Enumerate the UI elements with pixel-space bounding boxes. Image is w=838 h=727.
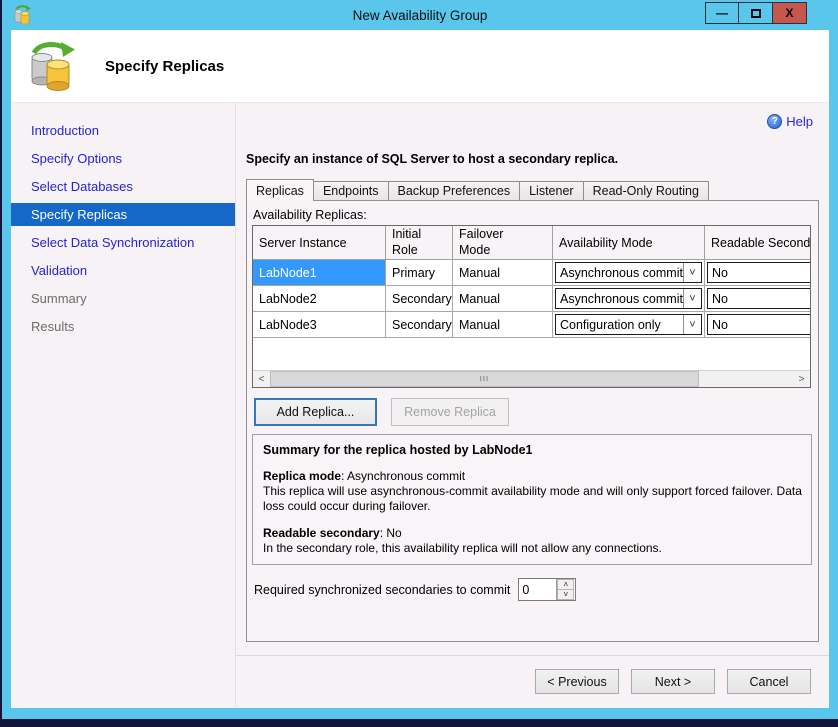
cell-server-instance[interactable]: LabNode2 <box>253 286 386 312</box>
availability-mode-dropdown[interactable]: Asynchronous commit ˅ <box>555 288 702 309</box>
sidebar-item-results: Results <box>11 313 235 341</box>
chevron-down-icon[interactable]: ˅ <box>683 289 701 308</box>
spin-down-icon[interactable]: ˅ <box>557 589 574 600</box>
availability-mode-dropdown[interactable]: Configuration only ˅ <box>555 314 702 335</box>
minimize-icon: — <box>716 6 728 20</box>
replica-mode-label: Replica mode <box>263 469 341 483</box>
sidebar-item-specify-replicas[interactable]: Specify Replicas <box>11 203 235 226</box>
readable-secondary-value: : No <box>380 526 402 540</box>
table-row[interactable]: LabNode1 Primary Manual Asynchronous com… <box>253 260 810 286</box>
wizard-header: Specify Replicas <box>11 30 829 103</box>
maximize-button[interactable] <box>739 2 773 24</box>
maximize-icon <box>751 9 761 18</box>
sidebar-item-summary: Summary <box>11 285 235 313</box>
horizontal-scrollbar[interactable]: < III > <box>253 370 810 387</box>
column-header-availability-mode[interactable]: Availability Mode <box>553 226 705 260</box>
close-icon: X <box>785 6 793 20</box>
readable-secondary-dropdown[interactable]: No <box>707 288 811 309</box>
cell-initial-role: Secondary <box>386 286 453 312</box>
tab-read-only-routing[interactable]: Read-Only Routing <box>583 181 709 200</box>
cell-server-instance[interactable]: LabNode3 <box>253 312 386 338</box>
replica-database-icon <box>25 40 77 92</box>
page-title: Specify Replicas <box>105 58 224 75</box>
scrollbar-track[interactable]: III <box>270 371 793 387</box>
scrollbar-grip-icon: III <box>480 375 489 383</box>
cell-readable-secondary: No <box>705 312 811 338</box>
cell-availability-mode: Asynchronous commit ˅ <box>553 286 705 312</box>
readable-secondary-label: Readable secondary <box>263 526 380 540</box>
readable-secondary-description: In the secondary role, this availability… <box>263 541 803 556</box>
footer-bar: < Previous Next > Cancel <box>236 655 829 707</box>
previous-button[interactable]: < Previous <box>535 669 619 694</box>
column-header-failover-mode[interactable]: Failover Mode <box>453 226 553 260</box>
cell-readable-secondary: No <box>705 260 811 286</box>
replicas-tab-panel: Availability Replicas: Server Instance I… <box>246 200 819 642</box>
column-header-initial-role[interactable]: Initial Role <box>386 226 453 260</box>
instruction-text: Specify an instance of SQL Server to hos… <box>246 152 819 166</box>
scroll-left-icon[interactable]: < <box>253 371 270 387</box>
replica-mode-description: This replica will use asynchronous-commi… <box>263 484 803 514</box>
availability-replicas-label: Availability Replicas: <box>253 208 812 222</box>
scrollbar-thumb[interactable]: III <box>270 371 699 387</box>
remove-replica-button: Remove Replica <box>391 398 509 426</box>
summary-title: Summary for the replica hosted by LabNod… <box>263 443 801 457</box>
cancel-button[interactable]: Cancel <box>727 669 811 694</box>
spin-up-icon[interactable]: ˄ <box>557 579 574 589</box>
column-header-readable-secondary[interactable]: Readable Secondary <box>705 226 811 260</box>
add-replica-button[interactable]: Add Replica... <box>254 398 377 426</box>
cell-server-instance[interactable]: LabNode1 <box>253 260 386 286</box>
help-icon: ? <box>767 114 782 129</box>
sidebar-item-validation[interactable]: Validation <box>11 257 235 285</box>
titlebar[interactable]: New Availability Group — X <box>11 0 829 30</box>
replica-mode-value: : Asynchronous commit <box>341 469 465 483</box>
sidebar-item-specify-options[interactable]: Specify Options <box>11 145 235 173</box>
replicas-grid: Server Instance Initial Role Failover Mo… <box>252 225 811 388</box>
next-button[interactable]: Next > <box>631 669 715 694</box>
wizard-window: New Availability Group — X Specif <box>2 0 838 719</box>
tab-backup-preferences[interactable]: Backup Preferences <box>388 181 521 200</box>
chevron-down-icon[interactable]: ˅ <box>683 315 701 334</box>
help-link[interactable]: Help <box>786 114 813 129</box>
tab-replicas[interactable]: Replicas <box>246 179 314 201</box>
grid-header-row: Server Instance Initial Role Failover Mo… <box>253 226 810 260</box>
readable-secondary-dropdown[interactable]: No <box>707 314 811 335</box>
spinner-input[interactable] <box>519 579 556 600</box>
sidebar-item-introduction[interactable]: Introduction <box>11 117 235 145</box>
cell-failover-mode: Manual <box>453 286 553 312</box>
required-secondaries-label: Required synchronized secondaries to com… <box>254 583 510 597</box>
cell-availability-mode: Configuration only ˅ <box>553 312 705 338</box>
cell-failover-mode: Manual <box>453 312 553 338</box>
tab-listener[interactable]: Listener <box>519 181 583 200</box>
replica-summary-panel: Summary for the replica hosted by LabNod… <box>252 434 812 565</box>
column-header-server-instance[interactable]: Server Instance <box>253 226 386 260</box>
cell-initial-role: Secondary <box>386 312 453 338</box>
tab-endpoints[interactable]: Endpoints <box>313 181 389 200</box>
close-button[interactable]: X <box>773 2 807 24</box>
cell-failover-mode: Manual <box>453 260 553 286</box>
tab-strip: Replicas Endpoints Backup Preferences Li… <box>246 178 819 200</box>
sidebar-item-select-data-synchronization[interactable]: Select Data Synchronization <box>11 229 235 257</box>
table-row[interactable]: LabNode2 Secondary Manual Asynchronous c… <box>253 286 810 312</box>
required-secondaries-spinner[interactable]: ˄ ˅ <box>518 578 576 601</box>
sidebar-item-select-databases[interactable]: Select Databases <box>11 173 235 201</box>
wizard-steps-sidebar: Introduction Specify Options Select Data… <box>11 103 236 707</box>
cell-availability-mode: Asynchronous commit ˅ <box>553 260 705 286</box>
readable-secondary-dropdown[interactable]: No <box>707 262 811 283</box>
chevron-down-icon[interactable]: ˅ <box>683 263 701 282</box>
scroll-right-icon[interactable]: > <box>793 371 810 387</box>
table-row[interactable]: LabNode3 Secondary Manual Configuration … <box>253 312 810 338</box>
cell-readable-secondary: No <box>705 286 811 312</box>
cell-initial-role: Primary <box>386 260 453 286</box>
grid-empty-area <box>253 338 810 370</box>
minimize-button[interactable]: — <box>705 2 739 24</box>
availability-mode-dropdown[interactable]: Asynchronous commit ˅ <box>555 262 702 283</box>
